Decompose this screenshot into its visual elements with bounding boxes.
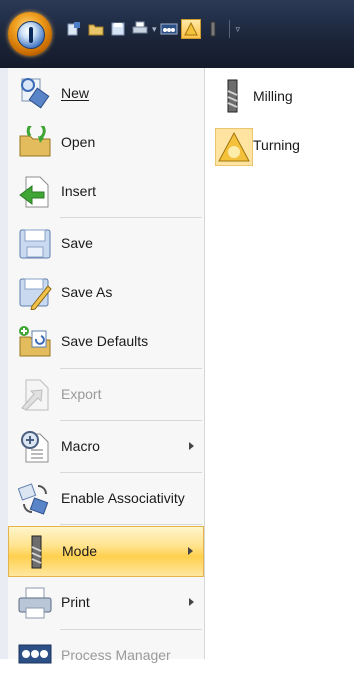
document-tools-icon[interactable] xyxy=(64,19,84,39)
menu-item-macro[interactable]: Macro xyxy=(8,422,204,471)
submenu-item-milling[interactable]: Milling xyxy=(205,73,354,119)
menu-item-save-as[interactable]: Save As xyxy=(8,268,204,317)
toolbar-separator xyxy=(228,20,230,38)
menu-item-enable-associativity[interactable]: Enable Associativity xyxy=(8,474,204,523)
save-icon[interactable] xyxy=(108,19,128,39)
dropdown-arrow-icon[interactable]: ▾ xyxy=(152,24,157,35)
menu-item-label: Print xyxy=(61,594,90,610)
mode-submenu: Milling Turning xyxy=(205,68,354,659)
menu-item-label: Save Defaults xyxy=(61,333,149,349)
submenu-item-turning[interactable]: Turning xyxy=(205,122,354,168)
menu-divider xyxy=(60,524,202,525)
menu-divider xyxy=(60,629,202,630)
menu-item-label: Enable Associativity xyxy=(61,490,185,506)
submenu-arrow-icon xyxy=(189,442,194,450)
menu-item-label: Save As xyxy=(61,284,113,300)
submenu-item-label: Milling xyxy=(253,88,293,104)
print-icon xyxy=(18,586,52,620)
milling-tool-icon xyxy=(19,535,53,569)
turning-icon xyxy=(214,127,254,167)
app-logo-icon xyxy=(17,21,45,49)
menu-divider xyxy=(60,472,202,473)
menu-item-new[interactable]: New xyxy=(8,69,204,118)
menu-item-save-defaults[interactable]: Save Defaults xyxy=(8,317,204,366)
milling-tool-icon[interactable] xyxy=(203,19,223,39)
menu-item-print[interactable]: Print xyxy=(8,578,204,627)
submenu-arrow-icon xyxy=(189,598,194,606)
milling-tool-icon xyxy=(215,79,249,113)
menu-divider xyxy=(60,368,202,369)
menu-item-process-manager: Process Manager xyxy=(8,631,204,680)
menu-divider xyxy=(60,420,202,421)
open-folder-icon[interactable] xyxy=(86,19,106,39)
menu-item-label: Open xyxy=(61,134,96,150)
quick-access-toolbar: ▾ ▿ xyxy=(64,18,240,40)
menu-divider xyxy=(60,217,202,218)
application-menu-button[interactable] xyxy=(8,12,52,56)
save-icon xyxy=(18,227,52,261)
menu-item-label: Insert xyxy=(61,183,97,199)
menu-item-save[interactable]: Save xyxy=(8,219,204,268)
title-bar: ▾ ▿ xyxy=(0,0,354,68)
export-icon xyxy=(18,378,52,412)
customize-dropdown-icon[interactable]: ▿ xyxy=(236,24,241,35)
process-manager-icon[interactable] xyxy=(159,19,179,39)
save-defaults-icon xyxy=(18,325,52,359)
menu-item-open[interactable]: Open xyxy=(8,118,204,167)
insert-document-icon xyxy=(18,175,52,209)
menu-item-label: Mode xyxy=(62,543,98,559)
menu-item-label: Save xyxy=(61,235,93,251)
menu-item-mode[interactable]: Mode xyxy=(8,526,204,577)
submenu-item-label: Turning xyxy=(253,137,300,153)
menu-item-export: Export xyxy=(8,370,204,419)
associativity-icon xyxy=(17,482,52,516)
save-as-icon xyxy=(18,276,52,311)
print-icon[interactable] xyxy=(130,19,150,39)
menu-item-label: Process Manager xyxy=(61,647,171,663)
menu-item-insert[interactable]: Insert xyxy=(8,167,204,216)
submenu-arrow-icon xyxy=(188,547,193,555)
menu-left-strip xyxy=(0,68,8,659)
menu-item-label: Macro xyxy=(61,438,100,454)
application-menu: New Open Insert Save Save As Save Defaul… xyxy=(8,68,205,664)
turning-icon[interactable] xyxy=(180,19,201,39)
menu-item-label: Export xyxy=(61,386,102,402)
process-manager-icon xyxy=(18,639,52,673)
new-tool-icon xyxy=(18,77,52,111)
menu-item-label: New xyxy=(61,85,90,101)
open-folder-icon xyxy=(18,121,52,160)
macro-icon xyxy=(18,430,52,464)
